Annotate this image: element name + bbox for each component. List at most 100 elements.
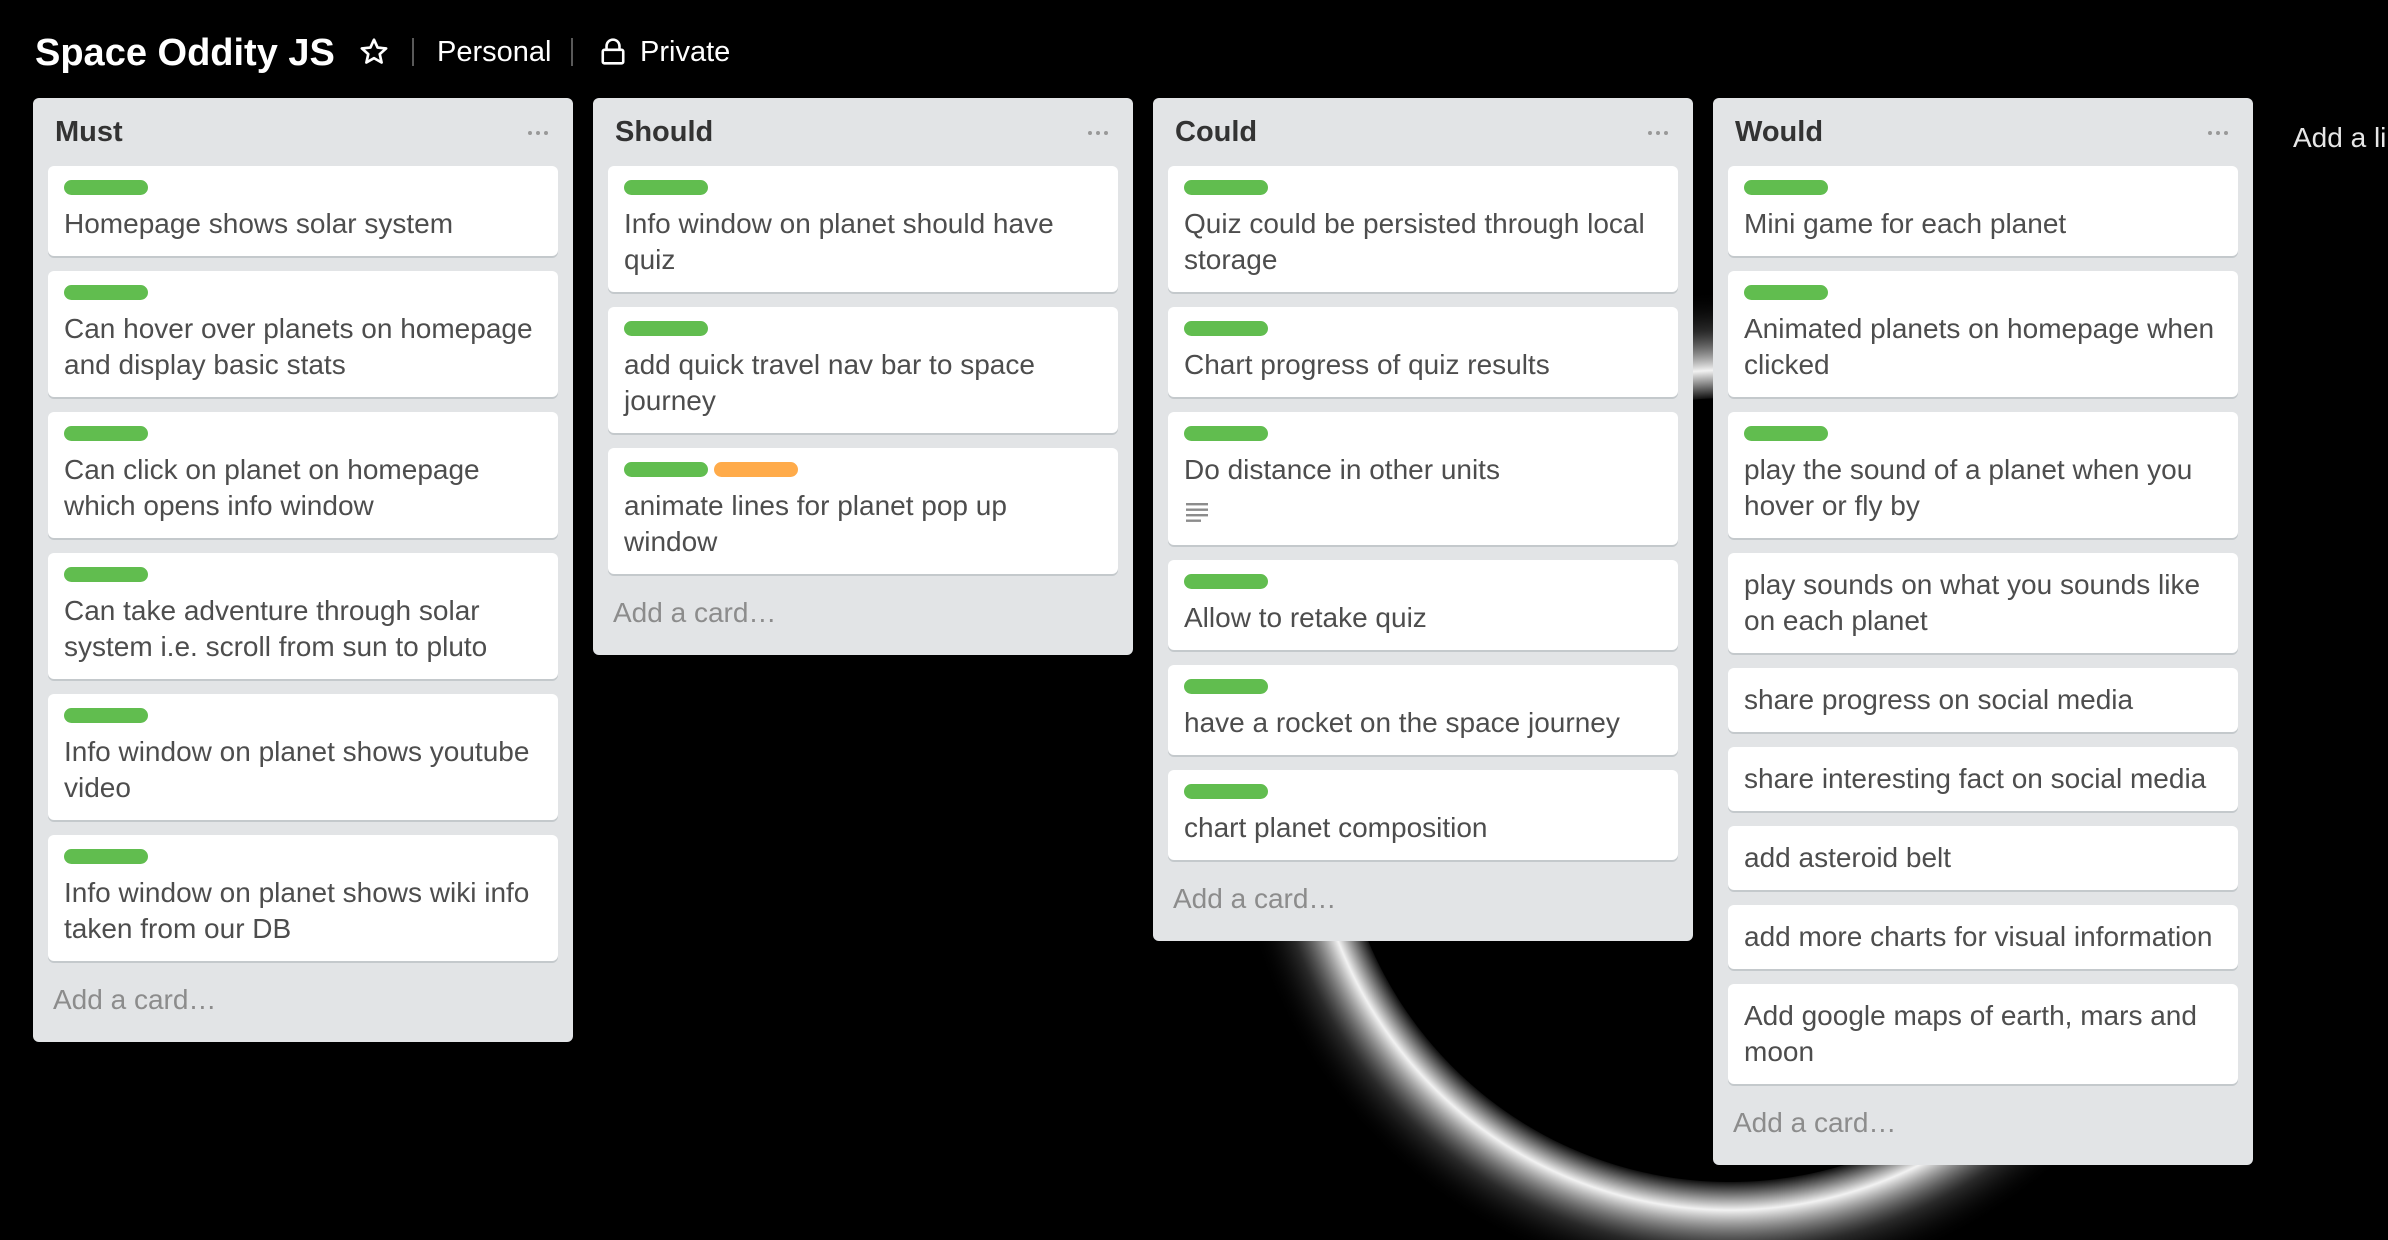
star-icon[interactable]: [358, 36, 390, 68]
add-card-button[interactable]: Add a card…: [1153, 875, 1693, 939]
card-title: animate lines for planet pop up window: [624, 490, 1007, 557]
card[interactable]: add more charts for visual information: [1728, 905, 2238, 969]
card-labels: [1744, 426, 2222, 442]
label-green: [1744, 180, 1828, 195]
list-title[interactable]: Should: [615, 114, 713, 150]
label-green: [1744, 285, 1828, 300]
card-title: Info window on planet should have quiz: [624, 208, 1054, 275]
card-title: play the sound of a planet when you hove…: [1744, 454, 2193, 521]
label-green: [1184, 426, 1268, 441]
board-title[interactable]: Space Oddity JS: [35, 28, 335, 78]
team-button[interactable]: Personal: [437, 28, 551, 76]
card-title: chart planet composition: [1184, 812, 1488, 843]
card[interactable]: add quick travel nav bar to space journe…: [608, 307, 1118, 433]
ellipsis-icon[interactable]: [2205, 120, 2231, 146]
list-title[interactable]: Could: [1175, 114, 1257, 150]
card-labels: [64, 285, 542, 301]
card-title: add asteroid belt: [1744, 842, 1952, 873]
card-title: Quiz could be persisted through local st…: [1184, 208, 1645, 275]
list-must: Must Homepage shows solar system Can hov…: [33, 98, 573, 1042]
label-green: [624, 321, 708, 336]
header-separator: [571, 38, 573, 66]
card[interactable]: chart planet composition: [1168, 770, 1678, 860]
card[interactable]: Homepage shows solar system: [48, 166, 558, 256]
label-green: [64, 567, 148, 582]
card-title: Info window on planet shows wiki info ta…: [64, 877, 530, 944]
card[interactable]: Can click on planet on homepage which op…: [48, 412, 558, 538]
card-title: play sounds on what you sounds like on e…: [1744, 569, 2201, 636]
list-would: Would Mini game for each planet Animated…: [1713, 98, 2253, 1165]
lock-icon: [601, 38, 625, 65]
label-green: [64, 285, 148, 300]
card-title: add more charts for visual information: [1744, 921, 2213, 952]
card[interactable]: animate lines for planet pop up window: [608, 448, 1118, 574]
card[interactable]: Add google maps of earth, mars and moon: [1728, 984, 2238, 1084]
header-separator: [412, 38, 414, 66]
card[interactable]: Quiz could be persisted through local st…: [1168, 166, 1678, 292]
card[interactable]: Info window on planet shows youtube vide…: [48, 694, 558, 820]
ellipsis-icon[interactable]: [1645, 120, 1671, 146]
card-labels: [624, 321, 1102, 337]
list-should: Should Info window on planet should have…: [593, 98, 1133, 655]
card[interactable]: Allow to retake quiz: [1168, 560, 1678, 650]
card-title: Animated planets on homepage when clicke…: [1744, 313, 2215, 380]
card[interactable]: play the sound of a planet when you hove…: [1728, 412, 2238, 538]
card-title: Chart progress of quiz results: [1184, 349, 1550, 380]
card-title: Mini game for each planet: [1744, 208, 2067, 239]
card-title: Allow to retake quiz: [1184, 602, 1427, 633]
add-list-button[interactable]: Add a li: [2293, 118, 2386, 158]
card[interactable]: Can hover over planets on homepage and d…: [48, 271, 558, 397]
card-title: Homepage shows solar system: [64, 208, 454, 239]
card[interactable]: play sounds on what you sounds like on e…: [1728, 553, 2238, 653]
card-labels: [64, 567, 542, 583]
card-title: share progress on social media: [1744, 684, 2134, 715]
card-labels: [1184, 784, 1662, 800]
add-card-button[interactable]: Add a card…: [1713, 1099, 2253, 1163]
add-card-button[interactable]: Add a card…: [593, 589, 1133, 653]
list-title[interactable]: Would: [1735, 114, 1823, 150]
label-green: [1184, 679, 1268, 694]
label-green: [1184, 180, 1268, 195]
list-header: Should: [593, 98, 1133, 166]
card[interactable]: Can take adventure through solar system …: [48, 553, 558, 679]
label-green: [1184, 574, 1268, 589]
card[interactable]: Animated planets on homepage when clicke…: [1728, 271, 2238, 397]
card[interactable]: Do distance in other units: [1168, 412, 1678, 545]
card[interactable]: share progress on social media: [1728, 668, 2238, 732]
card[interactable]: Info window on planet should have quiz: [608, 166, 1118, 292]
card[interactable]: Info window on planet shows wiki info ta…: [48, 835, 558, 961]
card-labels: [624, 180, 1102, 196]
card-title: Can click on planet on homepage which op…: [64, 454, 480, 521]
card-labels: [64, 708, 542, 724]
card-labels: [64, 180, 542, 196]
card[interactable]: Chart progress of quiz results: [1168, 307, 1678, 397]
label-green: [64, 849, 148, 864]
ellipsis-icon[interactable]: [525, 120, 551, 146]
list-title[interactable]: Must: [55, 114, 123, 150]
card-labels: [1184, 426, 1662, 442]
card[interactable]: have a rocket on the space journey: [1168, 665, 1678, 755]
card[interactable]: add asteroid belt: [1728, 826, 2238, 890]
visibility-button[interactable]: Private: [640, 28, 730, 76]
label-green: [624, 462, 708, 477]
card-title: Can take adventure through solar system …: [64, 595, 488, 662]
label-green: [1744, 426, 1828, 441]
card-title: add quick travel nav bar to space journe…: [624, 349, 1035, 416]
list-could: Could Quiz could be persisted through lo…: [1153, 98, 1693, 941]
card[interactable]: Mini game for each planet: [1728, 166, 2238, 256]
ellipsis-icon[interactable]: [1085, 120, 1111, 146]
label-green: [64, 426, 148, 441]
card-labels: [64, 849, 542, 865]
board-header: Space Oddity JS Personal Private: [0, 0, 2388, 100]
label-green: [64, 708, 148, 723]
card-title: share interesting fact on social media: [1744, 763, 2207, 794]
card-title: Do distance in other units: [1184, 454, 1500, 485]
card-labels: [1184, 574, 1662, 590]
card-labels: [64, 426, 542, 442]
add-card-button[interactable]: Add a card…: [33, 976, 573, 1040]
label-orange: [714, 462, 798, 477]
list-header: Must: [33, 98, 573, 166]
card-title: Add google maps of earth, mars and moon: [1744, 1000, 2197, 1067]
card[interactable]: share interesting fact on social media: [1728, 747, 2238, 811]
card-title: have a rocket on the space journey: [1184, 707, 1620, 738]
